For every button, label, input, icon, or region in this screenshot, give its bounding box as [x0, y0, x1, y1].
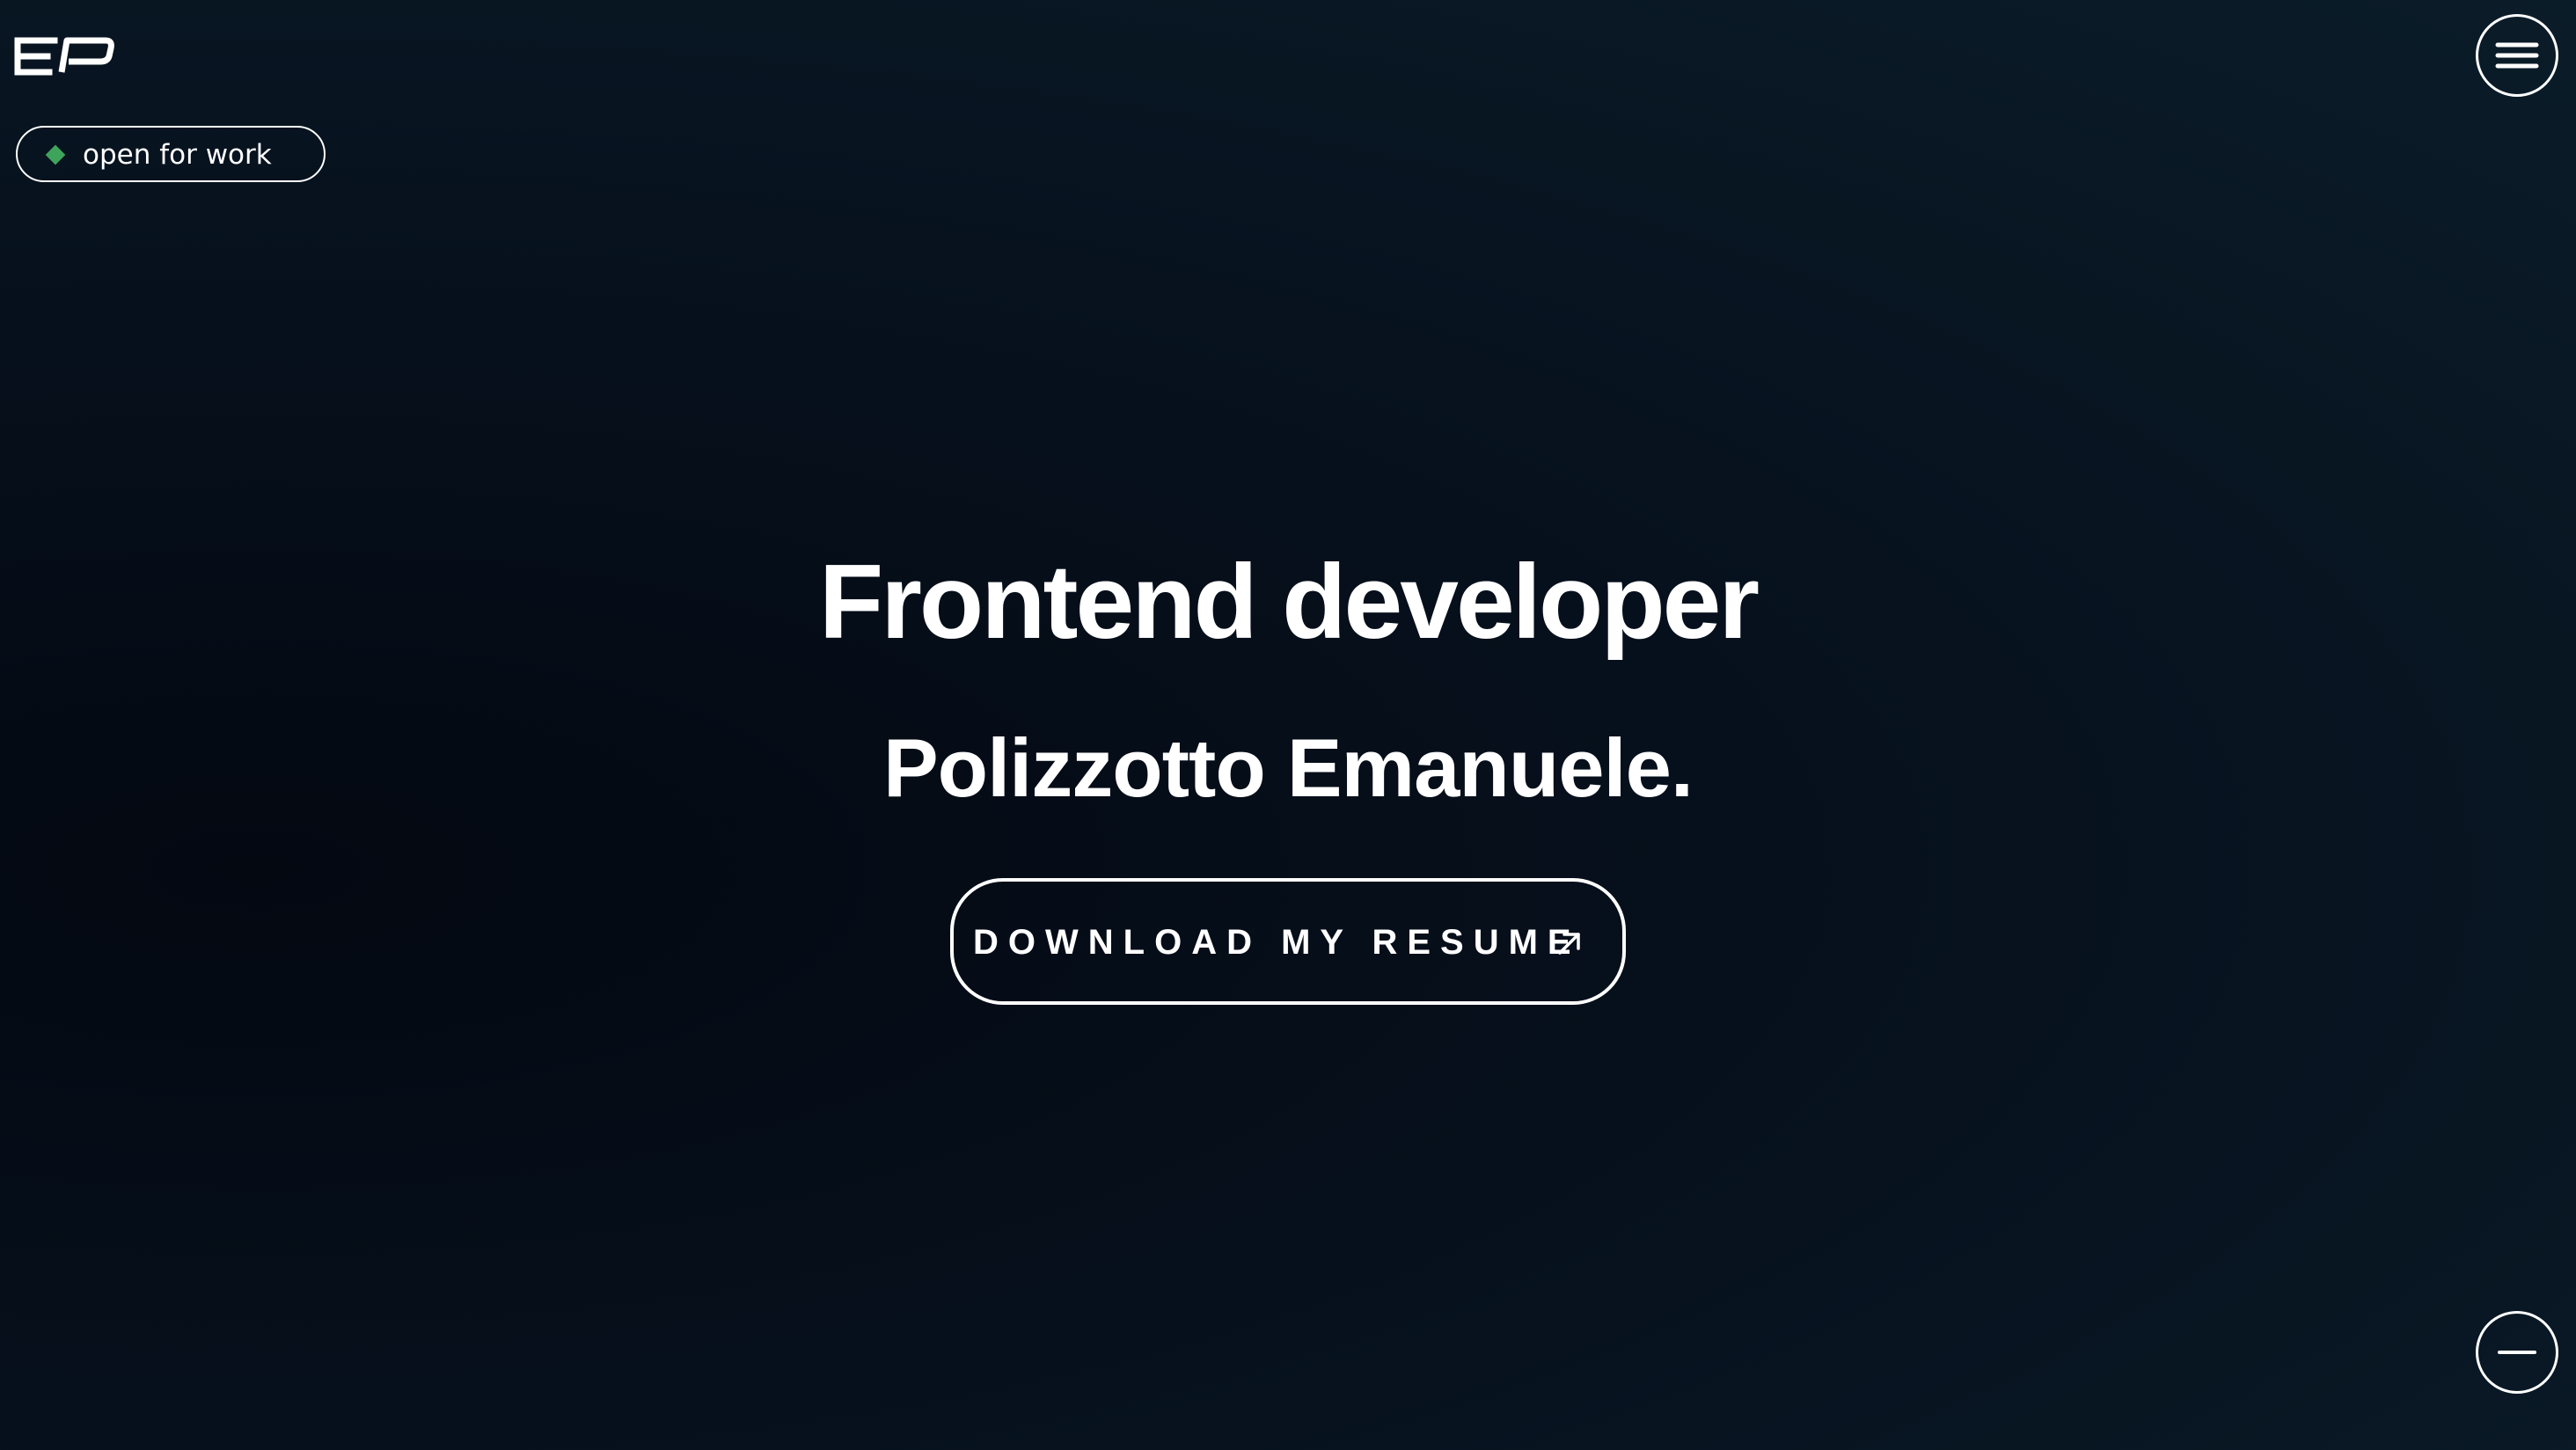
- status-label: open for work: [83, 139, 272, 171]
- diamond-status-icon: [45, 144, 66, 165]
- collapse-button[interactable]: [2476, 1311, 2558, 1394]
- menu-button[interactable]: [2476, 14, 2558, 97]
- status-badge: open for work: [16, 126, 326, 182]
- ep-monogram-logo-icon: [14, 37, 114, 76]
- logo[interactable]: [14, 33, 116, 77]
- arrow-up-right-icon: [1558, 933, 1580, 955]
- hero-name: Polizzotto Emanuele.: [882, 721, 1694, 814]
- download-resume-label: DOWNLOAD MY RESUME: [973, 923, 1581, 962]
- page-title: Frontend developer: [818, 543, 1760, 661]
- download-resume-button[interactable]: DOWNLOAD MY RESUME: [950, 878, 1626, 1005]
- minus-icon: [2498, 1351, 2536, 1354]
- hamburger-menu-icon: [2495, 42, 2539, 69]
